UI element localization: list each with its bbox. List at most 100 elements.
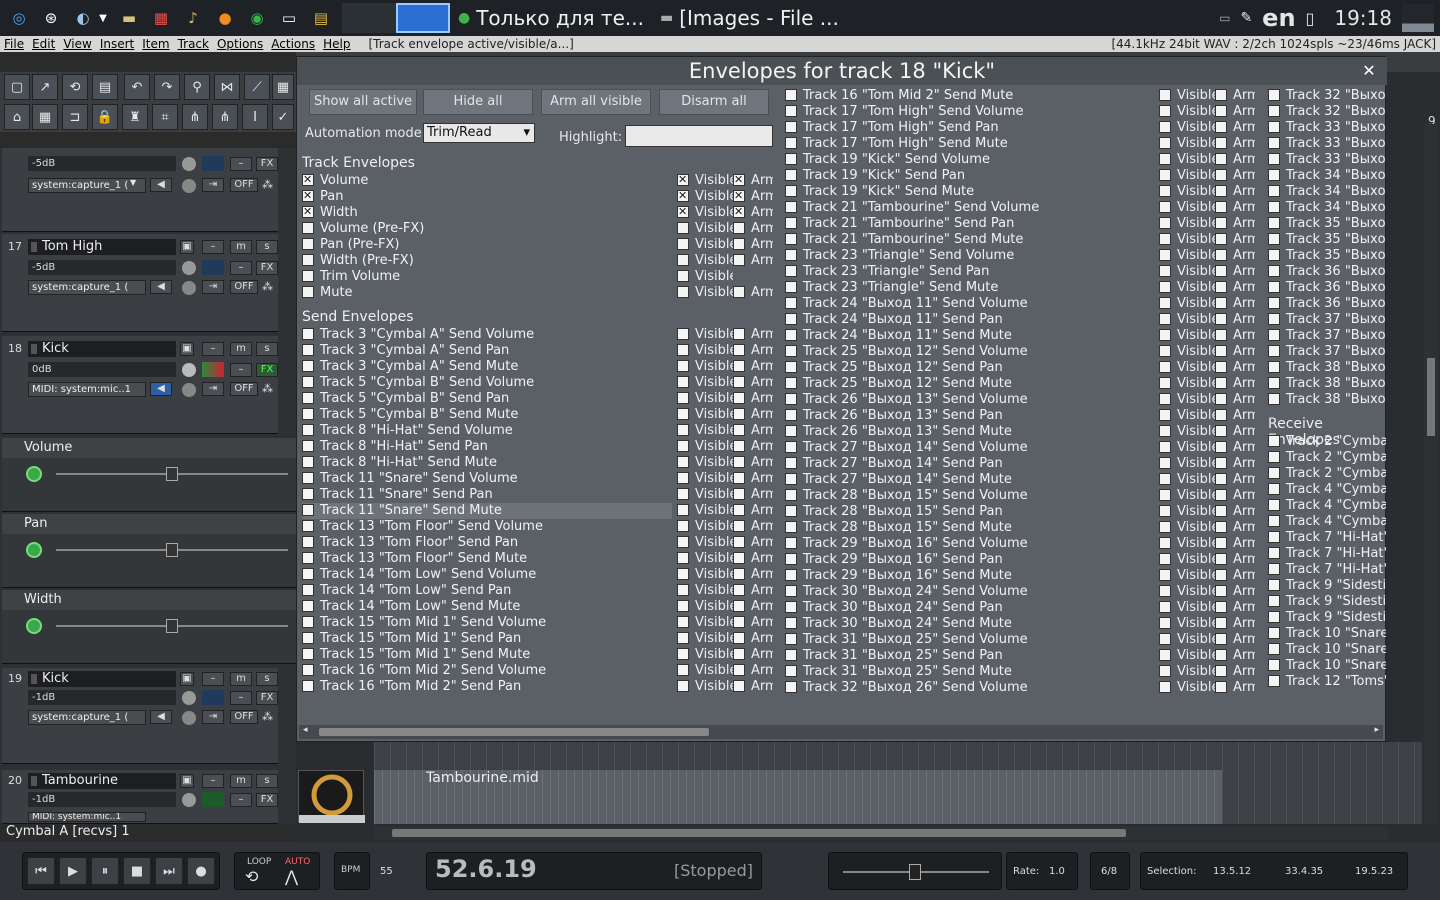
checkbox[interactable] xyxy=(733,222,745,234)
checkbox[interactable] xyxy=(1215,409,1227,421)
checkbox[interactable] xyxy=(733,189,745,204)
checkbox[interactable] xyxy=(733,173,745,188)
checkbox[interactable] xyxy=(1159,457,1171,469)
record-mode-button[interactable]: ⇥ xyxy=(202,280,224,294)
checkbox[interactable] xyxy=(1159,681,1171,693)
checkbox[interactable] xyxy=(302,664,314,676)
send-envelope-row[interactable]: Track 23 "Triangle" Send Mute xyxy=(785,280,1153,296)
checkbox[interactable] xyxy=(1159,377,1171,389)
send-envelope-row[interactable]: Track 21 "Tambourine" Send Volume xyxy=(785,200,1153,216)
checkbox[interactable] xyxy=(677,472,689,484)
input-select[interactable]: MIDI: system:mic..1 xyxy=(28,382,146,397)
checkbox[interactable] xyxy=(1268,169,1280,181)
input-select[interactable]: system:capture_1 ( xyxy=(28,280,146,295)
send-envelope-row[interactable]: Track 27 "Выход 14" Send Mute xyxy=(785,472,1153,488)
checkbox[interactable] xyxy=(733,664,745,676)
checkbox[interactable] xyxy=(785,313,797,325)
checkbox[interactable] xyxy=(677,238,689,250)
mute-button[interactable]: m xyxy=(230,774,252,788)
record-arm-icon[interactable]: ▣ xyxy=(180,774,194,788)
checkbox[interactable] xyxy=(733,600,745,612)
send-envelope-row[interactable]: Track 21 "Tambourine" Send Mute xyxy=(785,232,1153,248)
checkbox[interactable] xyxy=(1268,313,1280,325)
checkbox[interactable] xyxy=(1215,329,1227,341)
hide-all-button[interactable]: Hide all xyxy=(423,89,533,115)
item-grouping-icon[interactable]: ⊐ xyxy=(62,104,88,130)
checkbox[interactable] xyxy=(733,632,745,644)
checkbox[interactable] xyxy=(785,681,797,693)
checkbox[interactable] xyxy=(677,408,689,420)
track-19-panel[interactable]: 19 Kick ▣ – m s -1dB – FX system:capture… xyxy=(2,668,278,764)
chevron-down-icon[interactable]: ▼ xyxy=(130,178,136,187)
checkbox[interactable] xyxy=(677,536,689,548)
checkbox[interactable] xyxy=(1268,515,1280,527)
envelope-fader-thumb[interactable] xyxy=(166,619,178,633)
checkbox[interactable] xyxy=(785,521,797,533)
checkbox[interactable] xyxy=(1215,665,1227,677)
track-envelope-row[interactable]: Trim Volume xyxy=(302,269,672,285)
checkbox[interactable] xyxy=(1159,265,1171,277)
checkbox[interactable] xyxy=(1215,681,1227,693)
checkbox[interactable] xyxy=(677,270,689,282)
hscroll-thumb[interactable] xyxy=(392,829,1126,837)
checkbox[interactable] xyxy=(1215,313,1227,325)
solo-button[interactable]: s xyxy=(256,774,278,788)
checkbox[interactable] xyxy=(302,456,314,468)
checkbox[interactable] xyxy=(677,222,689,234)
send-envelope-row[interactable]: Track 36 "Выход xyxy=(1268,296,1386,312)
selection-start[interactable]: 13.5.12 xyxy=(1213,866,1251,877)
send-envelope-row[interactable]: Track 21 "Tambourine" Send Pan xyxy=(785,216,1153,232)
checkbox[interactable] xyxy=(302,328,314,340)
checkbox[interactable] xyxy=(1268,435,1280,447)
checkbox[interactable] xyxy=(1215,441,1227,453)
receive-envelope-row[interactable]: Track 2 "Cymbal xyxy=(1268,466,1386,482)
send-envelope-row[interactable]: Track 5 "Cymbal B" Send Volume xyxy=(302,375,672,391)
checkbox[interactable] xyxy=(785,121,797,133)
track-envelope-row[interactable]: Width xyxy=(302,205,672,221)
checkbox[interactable] xyxy=(1159,153,1171,165)
checkbox[interactable] xyxy=(302,552,314,564)
checkbox[interactable] xyxy=(677,286,689,298)
send-envelope-row[interactable]: Track 23 "Triangle" Send Pan xyxy=(785,264,1153,280)
track-envelope-row[interactable]: Volume xyxy=(302,173,672,189)
selection-length[interactable]: 19.5.23 xyxy=(1355,866,1393,877)
menu-file[interactable]: File xyxy=(0,37,28,51)
playrate-fader[interactable] xyxy=(828,852,1002,890)
checkbox[interactable] xyxy=(1159,313,1171,325)
checkbox[interactable] xyxy=(733,520,745,532)
loop-icon[interactable]: ⟲ xyxy=(245,867,258,886)
checkbox[interactable] xyxy=(1159,105,1171,117)
send-envelope-row[interactable]: Track 35 "Выход xyxy=(1268,232,1386,248)
checkbox[interactable] xyxy=(785,89,797,101)
send-envelope-row[interactable]: Track 29 "Выход 16" Send Volume xyxy=(785,536,1153,552)
selection-box[interactable]: Selection: 13.5.12 33.4.35 19.5.23 xyxy=(1140,852,1408,890)
chrome-icon[interactable]: ◉ xyxy=(244,5,270,31)
checkbox[interactable] xyxy=(1215,649,1227,661)
checkbox[interactable] xyxy=(1268,329,1280,341)
auto-crossfade-icon[interactable]: ⋈ xyxy=(214,74,240,100)
send-envelope-row[interactable]: Track 38 "Выход xyxy=(1268,360,1386,376)
checkbox[interactable] xyxy=(302,360,314,372)
checkbox[interactable] xyxy=(1268,579,1280,591)
checkbox[interactable] xyxy=(1215,233,1227,245)
checkbox[interactable] xyxy=(1215,553,1227,565)
grid-toggle-icon[interactable]: ▦ xyxy=(32,104,58,130)
scroll-left-icon[interactable]: ◂ xyxy=(303,725,308,735)
checkbox[interactable] xyxy=(733,680,745,692)
checkbox[interactable] xyxy=(785,169,797,181)
routing-icon[interactable]: ⋔ xyxy=(182,104,208,130)
volume-knob-icon[interactable] xyxy=(182,261,196,275)
checkbox[interactable] xyxy=(785,329,797,341)
checkbox[interactable] xyxy=(1159,121,1171,133)
checkbox[interactable] xyxy=(1268,249,1280,261)
play-icon[interactable]: ▶ xyxy=(59,857,87,885)
send-envelope-row[interactable]: Track 17 "Tom High" Send Mute xyxy=(785,136,1153,152)
bpm-box[interactable]: BPM xyxy=(334,852,370,890)
send-envelope-row[interactable]: Track 14 "Tom Low" Send Mute xyxy=(302,599,672,615)
checkbox[interactable] xyxy=(1268,531,1280,543)
send-envelope-row[interactable]: Track 19 "Kick" Send Volume xyxy=(785,152,1153,168)
checkbox[interactable] xyxy=(733,504,745,516)
checkbox[interactable] xyxy=(1215,569,1227,581)
pan-knob-icon[interactable] xyxy=(182,179,196,193)
checkbox[interactable] xyxy=(677,456,689,468)
